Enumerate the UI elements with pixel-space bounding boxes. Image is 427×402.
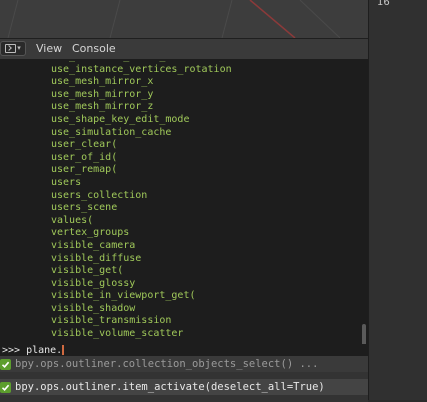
list-item: users: [51, 176, 82, 188]
list-item: use_simulation_cache: [51, 126, 172, 138]
autocomplete-list: use_instance_faces_scale use_instance_ve…: [51, 59, 232, 341]
prompt-text: >>> plane.: [2, 345, 63, 356]
info-editor[interactable]: bpy.ops.outliner.collection_objects_sele…: [0, 356, 368, 402]
list-item: users_collection: [51, 189, 148, 201]
list-item: user_remap(: [51, 164, 118, 176]
check-icon: [0, 381, 11, 393]
list-item: user_clear(: [51, 139, 118, 151]
list-item: use_mesh_mirror_y: [51, 88, 154, 100]
info-report-text: bpy.ops.outliner.collection_objects_sele…: [15, 358, 319, 370]
list-item: visible_diffuse: [51, 252, 142, 264]
list-item: visible_transmission: [51, 315, 172, 327]
list-item: visible_glossy: [51, 277, 136, 289]
panel-number: 16: [377, 0, 390, 8]
list-item: visible_in_viewport_get(: [51, 290, 196, 302]
text-cursor: [62, 345, 65, 355]
x-axis-line: [249, 0, 296, 38]
list-item: use_mesh_mirror_x: [51, 76, 154, 88]
menu-console[interactable]: Console: [72, 42, 116, 55]
list-item: vertex_groups: [51, 227, 130, 239]
editor-type-button[interactable]: ▾: [0, 41, 26, 56]
menu-view[interactable]: View: [36, 42, 62, 55]
info-report-text: bpy.ops.outliner.item_activate(deselect_…: [15, 381, 325, 393]
list-item: use_instance_vertices_rotation: [51, 63, 232, 75]
info-report-row[interactable]: bpy.ops.outliner.collection_objects_sele…: [0, 356, 368, 372]
3d-viewport[interactable]: [0, 0, 368, 38]
console-header: ▾ View Console: [0, 38, 368, 60]
console-icon: [5, 44, 17, 53]
chevron-down-icon: ▾: [17, 44, 21, 52]
properties-panel[interactable]: 16: [368, 0, 427, 400]
list-item: visible_volume_scatter: [51, 328, 184, 340]
list-item: values(: [51, 214, 94, 226]
info-report-row[interactable]: bpy.ops.outliner.item_activate(deselect_…: [0, 379, 368, 395]
console-output[interactable]: use_instance_faces_scale use_instance_ve…: [0, 59, 368, 359]
list-item: user_of_id(: [51, 151, 118, 163]
list-item: visible_shadow: [51, 302, 136, 314]
list-item: visible_camera: [51, 239, 136, 251]
list-item: visible_get(: [51, 265, 124, 277]
check-icon: [0, 358, 11, 370]
viewport-grid: [7, 0, 341, 38]
list-item: users_scene: [51, 202, 118, 214]
list-item: use_mesh_mirror_z: [51, 101, 154, 113]
list-item: use_shape_key_edit_mode: [51, 113, 190, 125]
